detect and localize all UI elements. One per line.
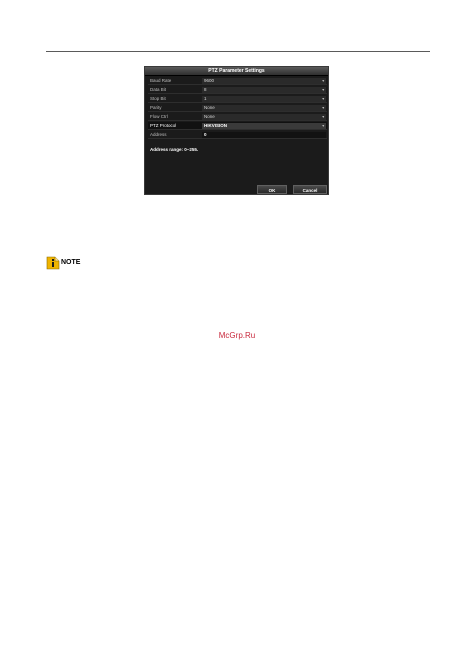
header-rule xyxy=(46,51,430,52)
ptz-parameter-dialog: PTZ Parameter Settings Baud Rate 9600 ▼ … xyxy=(144,66,329,195)
watermark-text: McGrp.Ru xyxy=(218,331,256,340)
data-bit-label: Data Bit xyxy=(150,87,167,92)
address-value: 0 xyxy=(204,132,207,137)
dropdown-arrow-icon: ▼ xyxy=(321,115,325,119)
address-input[interactable]: 0 xyxy=(202,132,326,138)
flow-ctrl-row: Flow Ctrl None ▼ xyxy=(148,113,327,121)
dialog-title: PTZ Parameter Settings xyxy=(145,67,328,76)
stop-bit-row: Stop Bit 1 ▼ xyxy=(148,95,327,103)
address-range-hint: Address range: 0~255. xyxy=(150,147,199,152)
ptz-protocol-value: HIKVISION xyxy=(204,123,228,128)
ptz-protocol-label: PTZ Protocol xyxy=(150,123,177,128)
ptz-protocol-select[interactable]: HIKVISION ▼ xyxy=(202,123,326,129)
baud-rate-value: 9600 xyxy=(204,78,215,83)
dropdown-arrow-icon: ▼ xyxy=(321,106,325,110)
dropdown-arrow-icon: ▼ xyxy=(321,124,325,128)
stop-bit-value: 1 xyxy=(204,96,207,101)
data-bit-row: Data Bit 8 ▼ xyxy=(148,86,327,94)
parity-row: Parity None ▼ xyxy=(148,104,327,112)
note-label: NOTE xyxy=(61,259,81,266)
dropdown-arrow-icon: ▼ xyxy=(321,97,325,101)
stop-bit-label: Stop Bit xyxy=(150,96,166,101)
baud-rate-row: Baud Rate 9600 ▼ xyxy=(148,77,327,85)
stop-bit-select[interactable]: 1 ▼ xyxy=(202,96,326,102)
dropdown-arrow-icon: ▼ xyxy=(321,88,325,92)
address-label: Address xyxy=(150,132,167,137)
dropdown-arrow-icon: ▼ xyxy=(321,79,325,83)
flow-ctrl-select[interactable]: None ▼ xyxy=(202,114,326,120)
note-icon xyxy=(46,256,60,270)
ptz-protocol-row: PTZ Protocol HIKVISION ▼ xyxy=(148,122,327,130)
data-bit-select[interactable]: 8 ▼ xyxy=(202,87,326,93)
baud-rate-label: Baud Rate xyxy=(150,78,172,83)
data-bit-value: 8 xyxy=(204,87,207,92)
cancel-button[interactable]: Cancel xyxy=(293,185,327,194)
parity-label: Parity xyxy=(150,105,162,110)
flow-ctrl-value: None xyxy=(204,114,215,119)
parity-value: None xyxy=(204,105,215,110)
flow-ctrl-label: Flow Ctrl xyxy=(150,114,168,119)
baud-rate-select[interactable]: 9600 ▼ xyxy=(202,78,326,84)
address-row: Address 0 xyxy=(148,131,327,139)
ok-button[interactable]: OK xyxy=(257,185,287,194)
parity-select[interactable]: None ▼ xyxy=(202,105,326,111)
